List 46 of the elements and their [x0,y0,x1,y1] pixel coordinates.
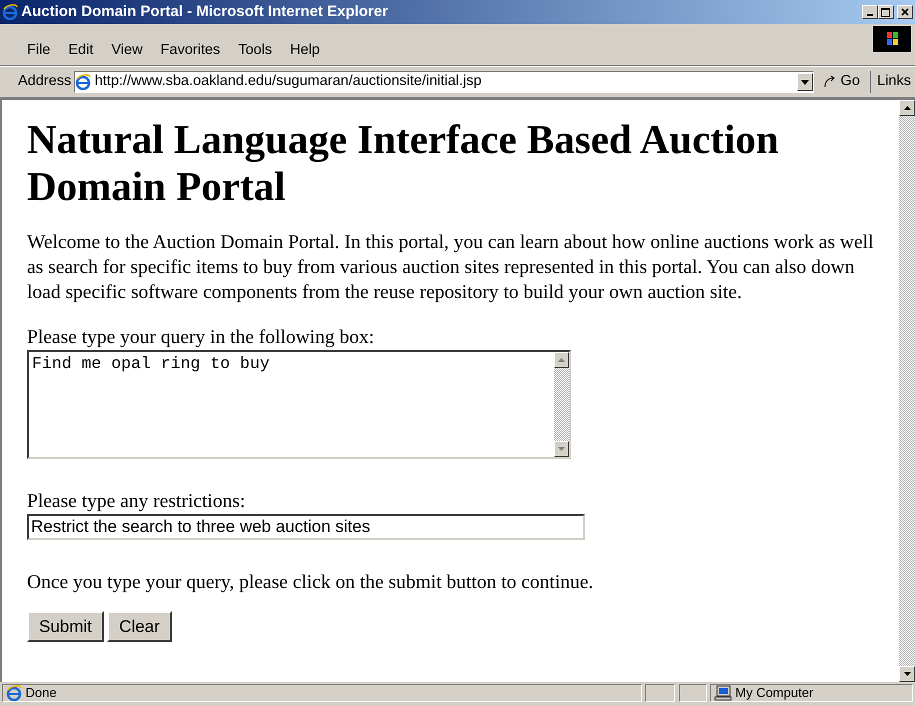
dropdown-button[interactable] [796,73,813,91]
up-arrow-icon [904,106,910,110]
go-button[interactable]: Go [816,70,866,94]
zone-text: My Computer [735,684,814,702]
computer-icon [714,685,732,701]
links-button[interactable]: Links [870,71,911,93]
scroll-down-button[interactable] [554,440,569,456]
instruction-text: Once you type your query, please click on the submit button to continue. [27,570,594,594]
window-title: Auction Domain Portal - Microsoft Internet Explorer [21,2,388,22]
down-arrow-icon [558,446,565,450]
page-icon [75,74,92,90]
menu-item[interactable]: View [102,40,152,62]
restrictions-label: Please type any restrictions: [27,490,246,514]
address-field[interactable]: http://www.sba.oakland.edu/sugumaran/auctionsite/initial.jsp [74,71,814,93]
submit-button[interactable]: Submit [27,610,104,642]
menu-item[interactable]: Favorites [152,40,230,62]
menu-item[interactable]: File [18,40,60,62]
close-button[interactable] [897,5,913,19]
scroll-up-button[interactable] [899,100,915,116]
menu-item[interactable]: Help [281,40,329,62]
down-arrow-icon [904,672,910,676]
close-icon [901,8,909,16]
status-text: Done [26,684,57,702]
address-label: Address [18,72,72,92]
down-arrow-icon [800,80,809,84]
restrictions-field[interactable]: Restrict the search to three web auction sites [27,514,585,540]
page-scrollbar[interactable] [899,100,915,682]
status-panel [678,684,706,702]
query-label: Please type your query in the following box: [27,326,376,350]
page-icon [6,685,22,701]
clear-button[interactable]: Clear [107,610,172,642]
maximize-button[interactable] [878,5,894,19]
browser-icon [2,4,18,20]
scroll-down-button[interactable] [899,666,915,682]
scroll-up-button[interactable] [554,352,569,368]
go-arrow-icon [823,75,838,89]
windows-logo-icon [873,26,911,52]
minimize-button[interactable] [862,5,878,19]
maximize-icon [881,8,890,16]
menu-item[interactable]: Edit [59,40,102,62]
page-heading: Natural Language Interface Based Auction Domain Portal [27,116,780,210]
menu-item[interactable]: Tools [229,40,282,62]
intro-paragraph: Welcome to the Auction Domain Portal. In this portal, you can learn about how online auctions work as well as search for specific items to buy from various auction sites represented in this portal. You can also down load specific software components from the reuse repository to build your own auction site. [27,231,874,305]
up-arrow-icon [558,358,565,362]
scrollbar[interactable] [554,352,569,456]
status-panel [645,684,676,702]
